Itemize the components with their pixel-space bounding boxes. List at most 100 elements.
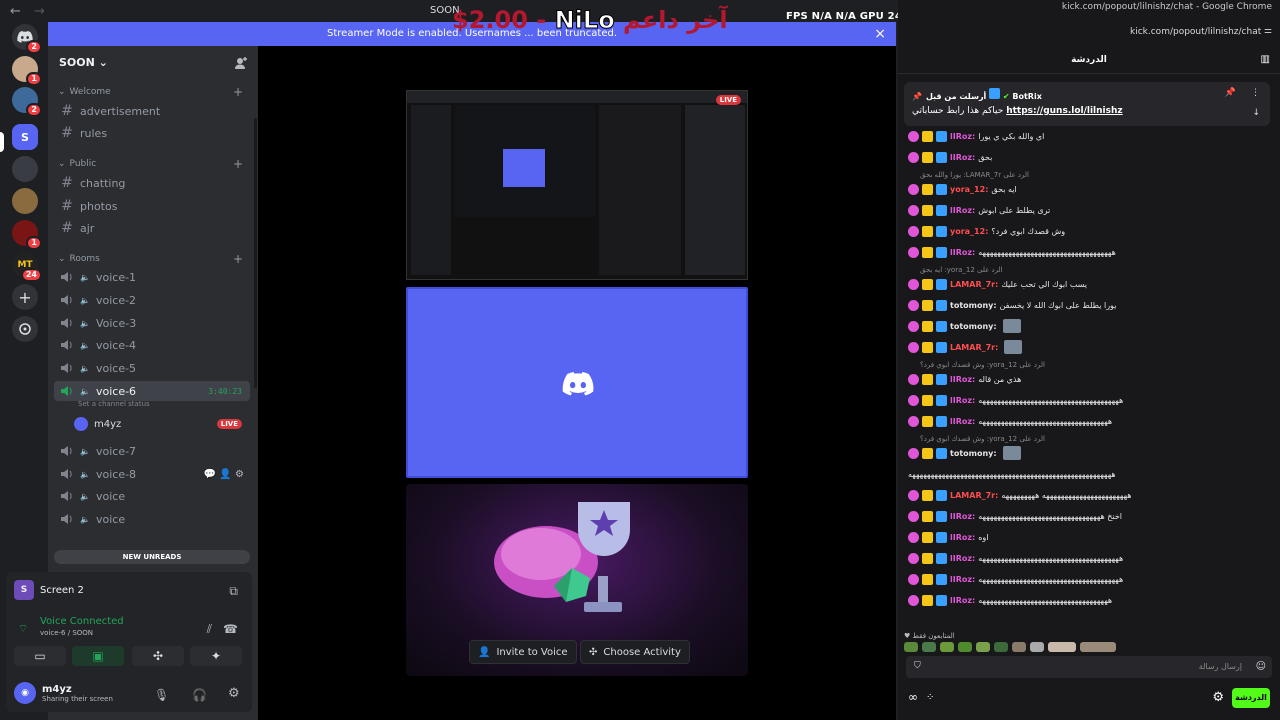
voice-channel-voice-1[interactable]: 🔈 voice-1 [54, 267, 250, 287]
add-channel-icon[interactable]: + [233, 157, 243, 171]
chat-message[interactable]: lIRoz: اخنخ ههههههههههههههههههههههههههههه… [908, 509, 1278, 523]
shield-icon[interactable]: ⛉ [914, 661, 921, 671]
channel-photos[interactable]: # photos [54, 196, 250, 216]
chat-username[interactable]: lIRoz: [950, 248, 975, 257]
sidebar-scrollbar[interactable] [254, 118, 257, 388]
emote-icon[interactable] [1012, 642, 1026, 652]
chat-message[interactable]: LAMAR_7r: [908, 340, 1278, 354]
chat-message[interactable]: lIRoz: هههههههههههههههههههههههههههههههههه… [908, 572, 1278, 586]
kick-url[interactable]: kick.com/popout/lilnishz/chat [1130, 27, 1261, 37]
chat-username[interactable]: LAMAR_7r: [950, 343, 998, 352]
channel-chatting[interactable]: # chatting [54, 173, 250, 193]
chat-username[interactable]: lIRoz: [950, 554, 975, 563]
chat-username[interactable]: LAMAR_7r: [950, 280, 998, 289]
chat-username[interactable]: lIRoz: [950, 132, 975, 141]
chat-message[interactable]: lIRoz: هههههههههههههههههههههههههههههههههه… [908, 393, 1278, 407]
screen-share-button[interactable]: ▣ [72, 646, 124, 666]
invite-people-icon[interactable] [234, 56, 248, 70]
user-panel[interactable]: ◉ m4yz Sharing their screen [14, 682, 113, 704]
choose-activity-button[interactable]: ✣ Choose Activity [580, 640, 690, 664]
emote-icon[interactable] [922, 642, 936, 652]
chat-message[interactable]: هههههههههههههههههههههههههههههههههههههههه… [908, 467, 1278, 481]
screen-share-tile[interactable]: LIVE [406, 90, 748, 280]
chat-message[interactable]: lIRoz: هههههههههههههههههههههههههههههههههه… [908, 414, 1278, 428]
server-icon[interactable] [12, 188, 38, 214]
emote-icon[interactable] [1048, 642, 1076, 652]
reply-context[interactable]: وش قصدك ابوي فرد؟ :yora_12 الرد على [920, 435, 1045, 443]
voice-channel-voice-6[interactable]: 🔈 voice-6 3:40:23 [54, 381, 250, 401]
chat-username[interactable]: totomony: [950, 301, 997, 310]
category-rooms[interactable]: ⌄ Rooms + [58, 252, 243, 266]
chat-username[interactable]: lIRoz: [950, 575, 975, 584]
forward-arrow-icon[interactable]: → [34, 4, 45, 19]
emoji-icon[interactable]: ☺ [1256, 661, 1266, 672]
reply-context[interactable]: وش قصدك ابوي فرد؟ :yora_12 الرد على [920, 361, 1045, 369]
close-icon[interactable]: × [874, 22, 886, 46]
popout-icon[interactable]: ⧉ [229, 584, 238, 599]
chat-send-button[interactable]: الدردشة [1232, 688, 1270, 708]
voice-channel-voice-5[interactable]: 🔈 voice-5 [54, 358, 250, 378]
emote-icon[interactable] [904, 642, 918, 652]
chat-username[interactable]: lIRoz: [950, 206, 975, 215]
tune-icon[interactable]: ⚌ [1264, 26, 1272, 36]
reply-context[interactable]: ايه بحق :yora_12 الرد على [920, 266, 1003, 274]
chat-message[interactable]: lIRoz: اي والله بكي ي يورا [908, 129, 1278, 143]
expand-down-icon[interactable]: ↓ [1252, 108, 1260, 118]
pinned-link[interactable]: https://guns.lol/lilnishz [1006, 106, 1122, 116]
noise-suppression-icon[interactable]: ⫽ [207, 622, 212, 637]
voice-channel-voice-2[interactable]: 🔈 voice-2 [54, 290, 250, 310]
chat-message[interactable]: totomony: [908, 446, 1278, 460]
chat-message[interactable]: lIRoz: هههههههههههههههههههههههههههههههههه… [908, 593, 1278, 607]
apps-icon[interactable]: ⁘ [926, 692, 934, 703]
channel-ajr[interactable]: # ajr [54, 218, 250, 238]
chat-message[interactable]: lIRoz: ترى يطلط على ابوش [908, 203, 1278, 217]
voice-channel-voice-7[interactable]: 🔈 voice-7 [54, 441, 250, 461]
emote-icon[interactable] [1080, 642, 1116, 652]
chat-message[interactable]: LAMAR_7r: يسب ابوك الي تحب عليك [908, 277, 1278, 291]
soundboard-button[interactable]: ✦ [190, 646, 242, 666]
emote-icon[interactable] [994, 642, 1008, 652]
chat-message[interactable]: lIRoz: هههههههههههههههههههههههههههههههههه… [908, 551, 1278, 565]
users-icon[interactable]: ▥ [1261, 46, 1270, 74]
channel-rules[interactable]: # rules [54, 123, 250, 143]
more-icon[interactable]: ⋮ [1251, 88, 1260, 98]
server-icon-soon[interactable]: S [12, 124, 38, 150]
chat-settings-icon[interactable]: ⚙ [1212, 690, 1224, 705]
category-public[interactable]: ⌄ Public + [58, 157, 243, 171]
chat-input[interactable]: ⛉ إرسال رسالة ☺ [906, 656, 1272, 678]
chat-username[interactable]: yora_12: [950, 185, 988, 194]
chat-username[interactable]: totomony: [950, 322, 997, 331]
explore-icon[interactable] [12, 316, 38, 342]
server-name[interactable]: SOON ⌄ [59, 56, 108, 69]
disconnect-icon[interactable]: ☎ [223, 622, 238, 636]
camera-toggle-button[interactable]: ▭ [14, 646, 66, 666]
chat-message[interactable]: lIRoz: هذي من قاله [908, 372, 1278, 386]
chat-username[interactable]: lIRoz: [950, 417, 975, 426]
chat-username[interactable]: lIRoz: [950, 512, 975, 521]
chat-message[interactable]: yora_12: ايه بحق [908, 182, 1278, 196]
server-icon[interactable]: 2 [12, 87, 42, 117]
reply-context[interactable]: يورا والله بحق :LAMAR_7r الرد على [920, 171, 1029, 179]
back-arrow-icon[interactable]: ← [10, 4, 21, 19]
server-icon[interactable]: 1 [12, 56, 42, 86]
chat-message[interactable]: LAMAR_7r: هههههههههههههههههههههههه هههههه… [908, 488, 1278, 502]
voice-location[interactable]: voice-6 / SOON [40, 629, 93, 637]
add-channel-icon[interactable]: + [233, 85, 243, 99]
category-welcome[interactable]: ⌄ Welcome + [58, 85, 243, 99]
screen-share-card[interactable]: S Screen 2 [14, 580, 84, 600]
chat-message[interactable]: yora_12: وش قصدك ابوي فرد؟ [908, 224, 1278, 238]
chat-username[interactable]: yora_12: [950, 227, 988, 236]
chat-username[interactable]: totomony: [950, 449, 997, 458]
voice-channel-voice-8[interactable]: 🔈 voice-8 💬 👤 ⚙ [54, 464, 250, 484]
add-channel-icon[interactable]: + [233, 252, 243, 266]
new-unreads-pill[interactable]: NEW UNREADS [54, 550, 250, 564]
voice-channel-voice-4[interactable]: 🔈 voice-4 [54, 335, 250, 355]
unpin-icon[interactable]: 📌 [1225, 88, 1236, 98]
infinity-icon[interactable]: ∞ [908, 690, 918, 704]
chat-username[interactable]: lIRoz: [950, 533, 975, 542]
voice-channel-voice[interactable]: 🔈 voice [54, 486, 250, 506]
add-server-icon[interactable]: + [12, 284, 38, 310]
voice-channel-voice[interactable]: 🔈 voice [54, 509, 250, 529]
voice-user-m4yz[interactable]: m4yz LIVE [74, 415, 250, 433]
channel-advertisement[interactable]: # advertisement [54, 101, 250, 121]
